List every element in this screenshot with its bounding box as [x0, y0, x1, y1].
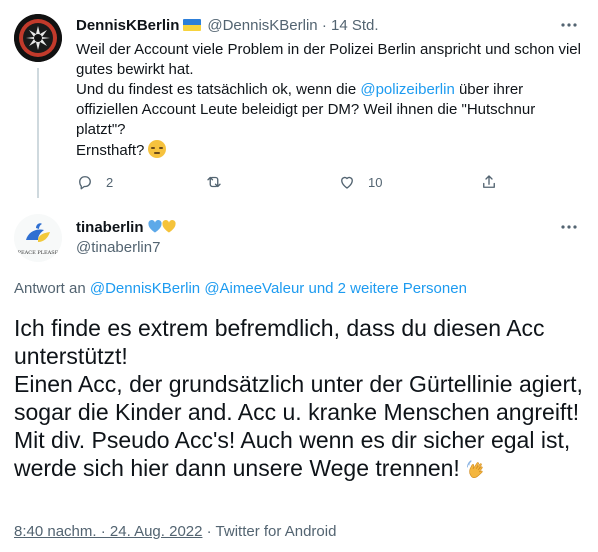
tweet-text-line: Und du findest es tatsächlich ok, wenn d… [76, 80, 586, 140]
avatar-tinaberlin[interactable]: PEACE PLEASE [14, 214, 62, 262]
tweet-actions: 2 10 [68, 170, 508, 194]
user-handle[interactable]: @tinaberlin7 [76, 238, 160, 258]
more-options-icon[interactable] [560, 218, 578, 238]
tweet-paragraph: Einen Acc, der grundsätzlich unter der G… [14, 370, 584, 482]
reply-count: 2 [106, 174, 114, 190]
tweet-text-line: Ernsthaft? [76, 140, 586, 161]
replying-prefix: Antwort an [14, 280, 90, 297]
tweet-metadata: 8:40 nachm. · 24. Aug. 2022 · Twitter fo… [14, 522, 336, 542]
share-icon [483, 175, 495, 188]
avatar-caption: PEACE PLEASE [18, 250, 59, 256]
parent-tweet-text: Weil der Account viele Problem in der Po… [76, 40, 586, 161]
reply-button[interactable]: 2 [76, 170, 113, 194]
tweet-source[interactable]: Twitter for Android [216, 523, 337, 540]
text-segment: Ernsthaft? [76, 142, 145, 159]
mention-link[interactable]: @polizeiberlin [360, 81, 454, 98]
like-count: 10 [368, 174, 383, 190]
retweet-icon [207, 176, 221, 188]
share-button[interactable] [480, 170, 498, 194]
main-tweet: PEACE PLEASE tinaberlin @tinaberlin7 Ant… [0, 200, 598, 552]
tweet-paragraph: Ich finde es extrem befremdlich, dass du… [14, 315, 545, 369]
display-name[interactable]: DennisKBerlin [76, 17, 179, 34]
ukraine-flag-icon [183, 19, 202, 31]
thread-connector-line [37, 68, 39, 198]
user-handle[interactable]: @DennisKBerlin [207, 17, 317, 34]
parent-tweet[interactable]: DennisKBerlin @DennisKBerlin · 14 Std. We… [0, 0, 598, 200]
parent-tweet-header: DennisKBerlin @DennisKBerlin · 14 Std. [76, 16, 584, 36]
avatar-image [14, 14, 62, 62]
display-name[interactable]: tinaberlin [76, 218, 176, 238]
reply-icon [79, 176, 91, 190]
avatar-denniskberlin[interactable] [14, 14, 62, 62]
tweet-text-line: Weil der Account viele Problem in der Po… [76, 41, 581, 78]
separator-dot: · [321, 17, 327, 34]
more-options-icon[interactable] [560, 16, 578, 34]
meta-separator: · [202, 523, 216, 540]
blue-heart-icon [148, 220, 162, 233]
retweet-button[interactable] [205, 170, 235, 194]
text-segment: Und du findest es tatsächlich ok, wenn d… [76, 81, 361, 98]
like-button[interactable]: 10 [338, 170, 382, 194]
heart-icon [341, 176, 353, 189]
display-name-text: tinaberlin [76, 219, 144, 236]
yellow-heart-icon [162, 220, 176, 233]
flushed-face-icon [148, 140, 167, 158]
replying-to: Antwort an @DennisKBerlin @AimeeValeur u… [14, 279, 467, 299]
main-tweet-text: Ich finde es extrem befremdlich, dass du… [14, 314, 584, 482]
replying-to-links[interactable]: @DennisKBerlin @AimeeValeur und 2 weiter… [90, 280, 467, 297]
waving-hand-icon [466, 459, 488, 482]
avatar-image: PEACE PLEASE [14, 214, 62, 262]
text-segment: Einen Acc, der grundsätzlich unter der G… [14, 371, 583, 481]
tweet-timestamp[interactable]: 8:40 nachm. · 24. Aug. 2022 [14, 523, 202, 540]
tweet-time[interactable]: 14 Std. [331, 17, 379, 34]
